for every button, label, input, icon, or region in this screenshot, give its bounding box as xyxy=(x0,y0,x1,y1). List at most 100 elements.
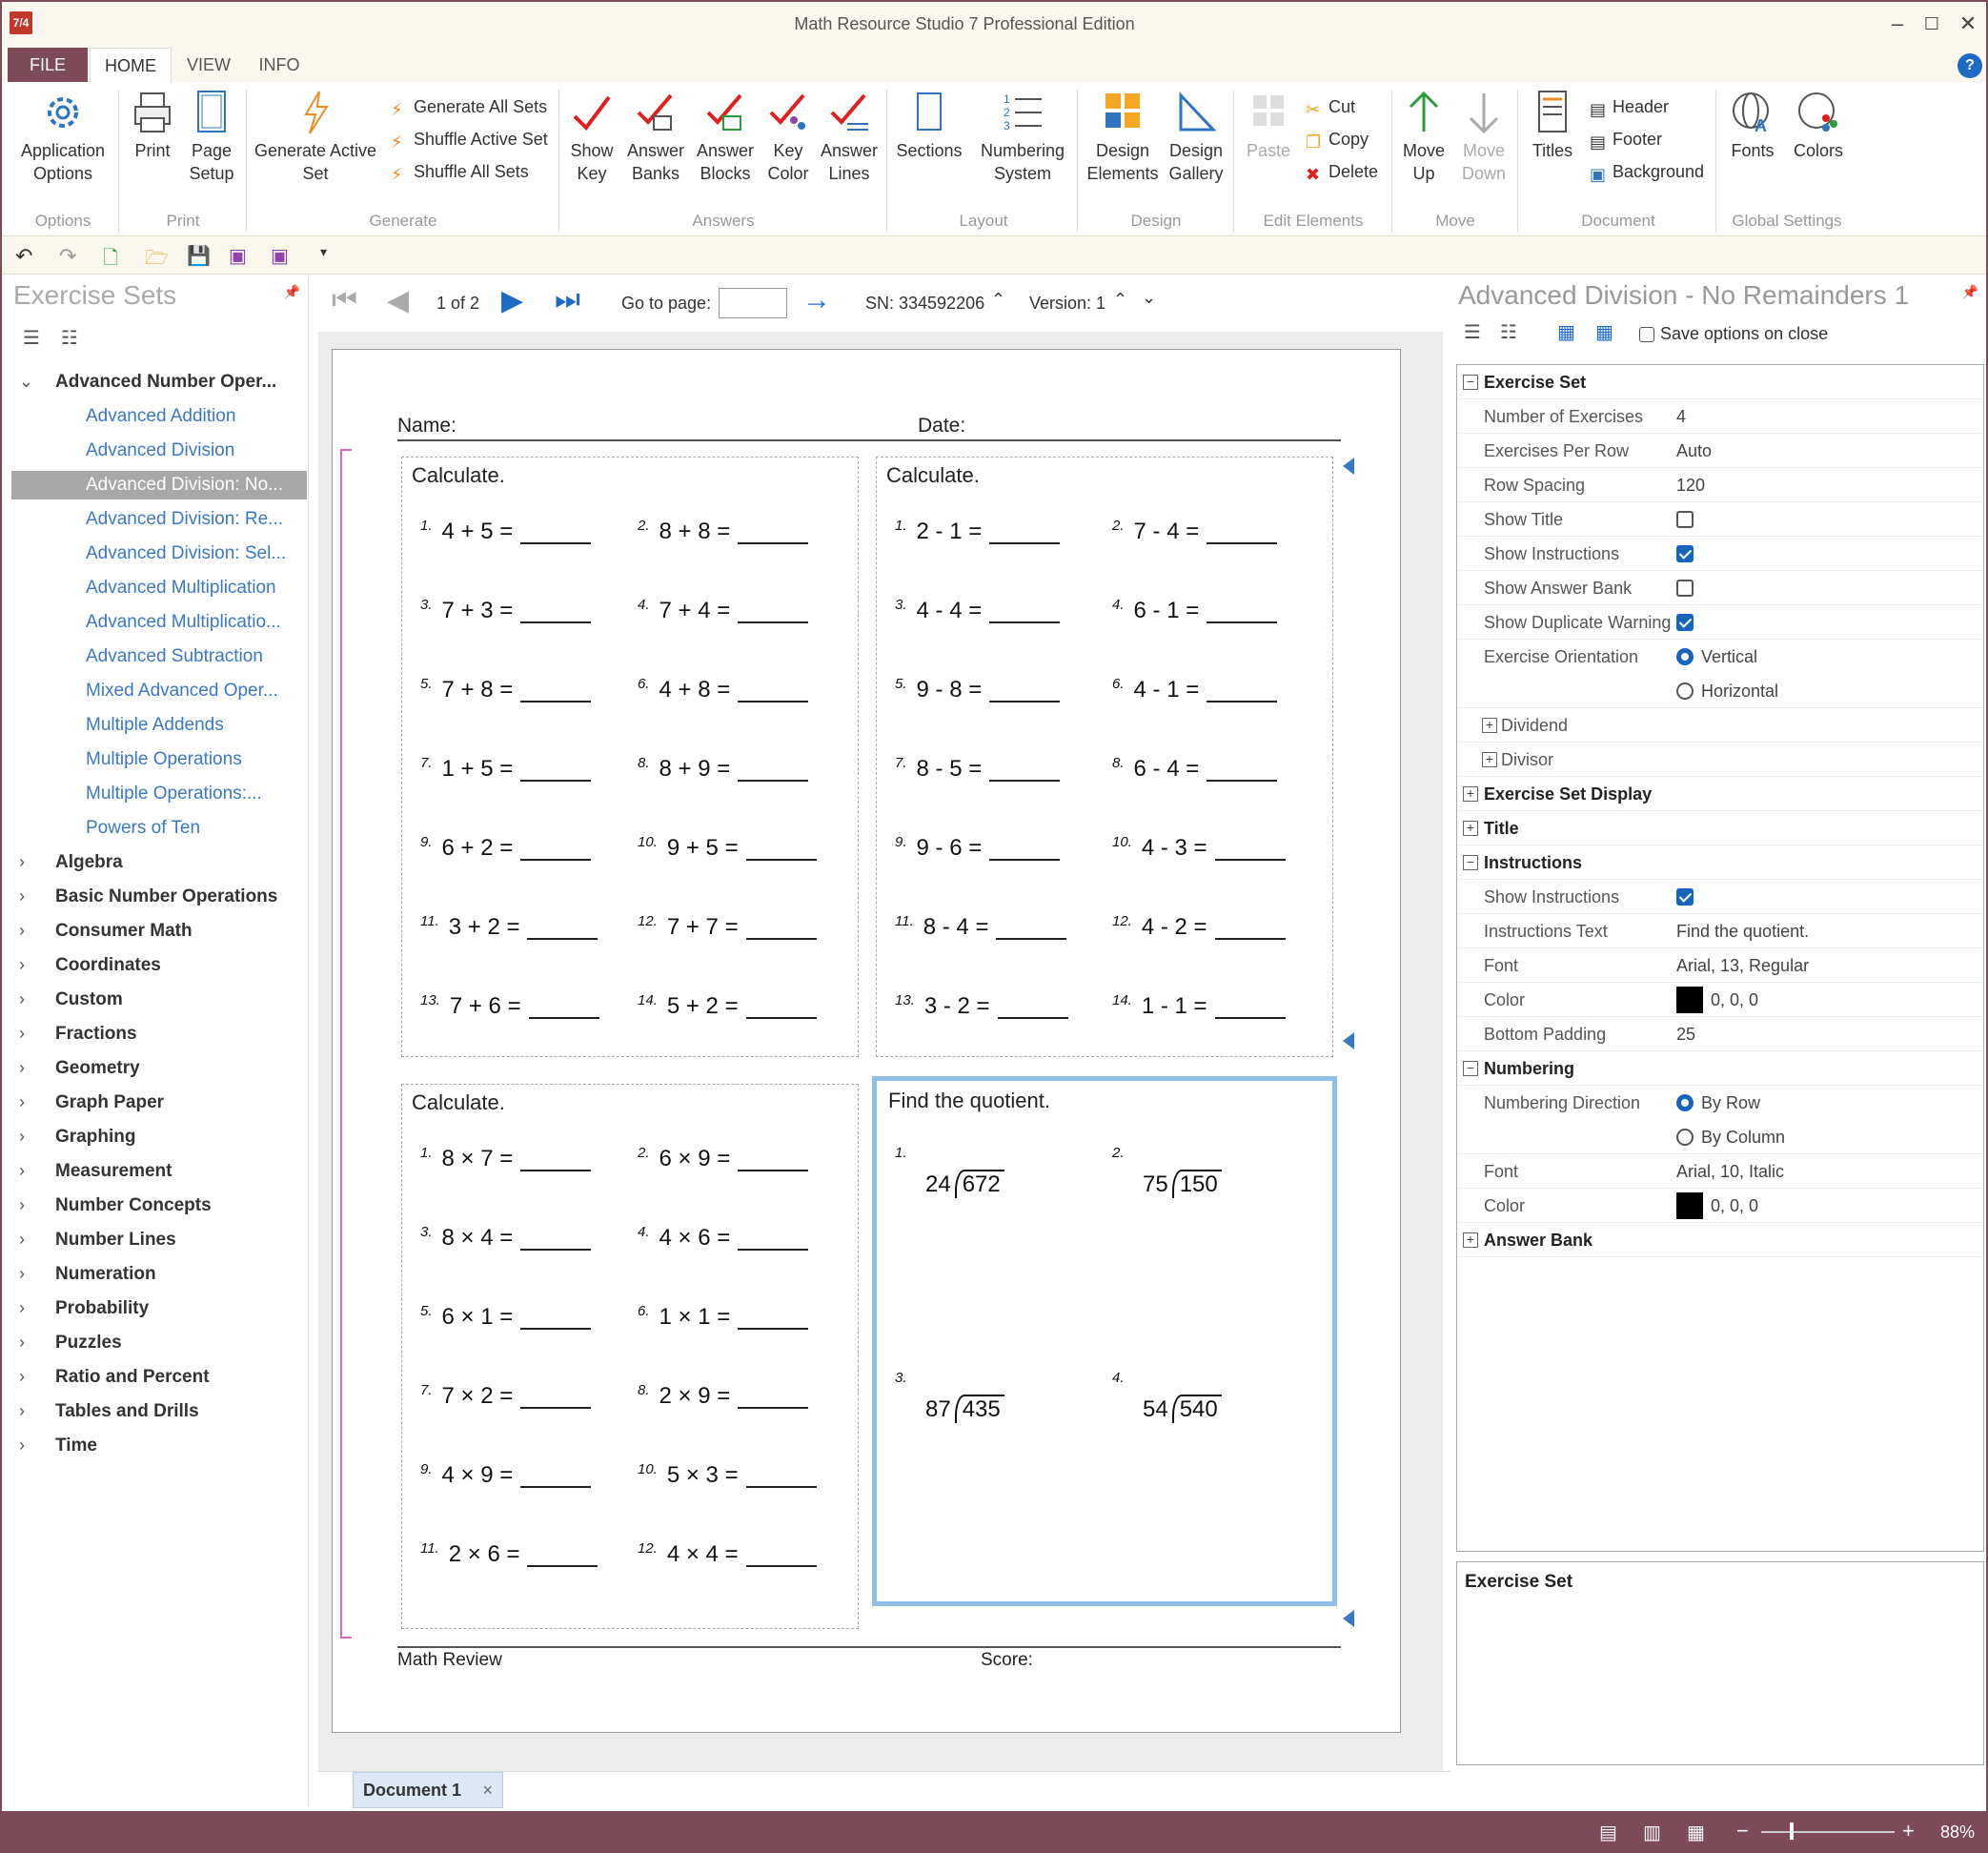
tree-item[interactable]: Advanced Multiplicatio... xyxy=(86,608,281,637)
version-down-icon[interactable]: ⌄ xyxy=(1142,288,1156,308)
prop-numbering-by-column[interactable]: By Column xyxy=(1457,1120,1983,1154)
tab-view[interactable]: VIEW xyxy=(179,48,238,82)
application-options-button[interactable]: Application Options xyxy=(15,88,111,185)
customize-toolbar-icon[interactable]: ▾ xyxy=(320,244,343,267)
radio-by-column[interactable]: By Column xyxy=(1676,1120,1785,1154)
show-title-checkbox[interactable] xyxy=(1676,511,1694,528)
import-settings-icon[interactable]: ▦ xyxy=(1595,320,1613,344)
prop-instr-color[interactable]: Color 0, 0, 0 xyxy=(1457,983,1983,1017)
normal-view-icon[interactable]: ▤ xyxy=(1599,1821,1617,1844)
tree-category[interactable]: Graph Paper xyxy=(55,1089,164,1117)
key-color-button[interactable]: Key Color xyxy=(762,88,814,185)
zoom-slider-thumb[interactable] xyxy=(1790,1822,1794,1840)
prop-number-of-exercises[interactable]: Number of Exercises 4 xyxy=(1457,399,1983,434)
tree-category[interactable]: Number Concepts xyxy=(55,1191,212,1220)
chevron-right-icon[interactable]: › xyxy=(19,1230,25,1250)
go-arrow-icon[interactable]: → xyxy=(802,284,831,316)
answer-banks-button[interactable]: Answer Banks xyxy=(623,88,688,185)
tree-item[interactable]: Mixed Advanced Oper... xyxy=(86,677,278,705)
help-icon[interactable]: ? xyxy=(1958,53,1982,78)
prop-row-spacing[interactable]: Row Spacing 120 xyxy=(1457,468,1983,502)
set-marker-icon[interactable] xyxy=(1343,1032,1354,1049)
chevron-right-icon[interactable]: › xyxy=(19,1298,25,1318)
paste-button[interactable]: Paste xyxy=(1237,88,1300,162)
collapse-all-icon[interactable]: ☰ xyxy=(23,326,40,350)
generate-all-sets-button[interactable]: ⚡ Generate All Sets xyxy=(391,95,547,119)
close-icon[interactable]: ✕ xyxy=(1952,10,1984,38)
chevron-right-icon[interactable]: › xyxy=(19,1436,25,1456)
version-up-icon[interactable]: ⌃ xyxy=(1113,290,1127,310)
chevron-right-icon[interactable]: › xyxy=(19,1367,25,1387)
chevron-right-icon[interactable]: › xyxy=(19,1092,25,1112)
save-all-icon[interactable]: ▣ xyxy=(271,244,294,267)
pin-icon[interactable]: 📌 xyxy=(1962,284,1978,300)
copy-button[interactable]: ❐ Copy xyxy=(1306,128,1369,152)
chevron-right-icon[interactable]: › xyxy=(19,955,25,975)
chevron-right-icon[interactable]: › xyxy=(19,1401,25,1421)
duplicate-warning-checkbox[interactable] xyxy=(1676,614,1694,631)
colors-button[interactable]: Colors xyxy=(1788,88,1849,162)
show-instructions-checkbox[interactable] xyxy=(1676,545,1694,562)
save-as-icon[interactable]: ▣ xyxy=(229,244,252,267)
new-document-icon[interactable]: 🗋 xyxy=(103,244,126,269)
chevron-right-icon[interactable]: › xyxy=(19,852,25,872)
chevron-right-icon[interactable]: › xyxy=(19,1058,25,1078)
design-gallery-button[interactable]: Design Gallery xyxy=(1165,88,1227,185)
prop-show-answer-bank[interactable]: Show Answer Bank xyxy=(1457,571,1983,605)
exercise-set-box-4-selected[interactable]: Find the quotient. xyxy=(872,1076,1337,1606)
collapse-all-icon[interactable]: ☰ xyxy=(1464,320,1481,344)
sn-up-icon[interactable]: ⌃ xyxy=(991,290,1005,310)
pin-icon[interactable]: 📌 xyxy=(284,284,300,300)
set-marker-icon[interactable] xyxy=(1343,458,1354,475)
page-setup-button[interactable]: Page Setup xyxy=(183,88,240,185)
answer-blocks-button[interactable]: Answer Blocks xyxy=(692,88,759,185)
page-view-icon[interactable]: ▥ xyxy=(1643,1821,1661,1844)
sub-divisor[interactable]: + Divisor xyxy=(1457,743,1983,777)
section-exercise-set-display[interactable]: + Exercise Set Display xyxy=(1457,777,1983,811)
tree-category[interactable]: Tables and Drills xyxy=(55,1397,199,1426)
tree-category[interactable]: Basic Number Operations xyxy=(55,883,277,911)
chevron-right-icon[interactable]: › xyxy=(19,921,25,941)
tree-category[interactable]: Probability xyxy=(55,1294,149,1323)
prop-orientation-horizontal[interactable]: Horizontal xyxy=(1457,674,1983,708)
chevron-right-icon[interactable]: › xyxy=(19,989,25,1009)
go-to-page-input[interactable] xyxy=(719,288,787,318)
tree-category[interactable]: Numeration xyxy=(55,1260,156,1289)
tree-item[interactable]: Advanced Division: Re... xyxy=(86,505,283,534)
background-button[interactable]: ▣ Background xyxy=(1590,160,1704,184)
chevron-right-icon[interactable]: › xyxy=(19,1264,25,1284)
chevron-right-icon[interactable]: › xyxy=(19,1024,25,1044)
tree-category[interactable]: Puzzles xyxy=(55,1329,122,1357)
tree-item[interactable]: Advanced Subtraction xyxy=(86,642,263,671)
tree-category[interactable]: Algebra xyxy=(55,848,123,877)
tree-item[interactable]: Multiple Addends xyxy=(86,711,224,740)
prop-numbering-font[interactable]: Font Arial, 10, Italic xyxy=(1457,1154,1983,1189)
tree-category[interactable]: Time xyxy=(55,1432,97,1460)
tree-item[interactable]: Multiple Operations:... xyxy=(86,780,262,808)
previous-page-icon[interactable]: ◀ xyxy=(387,284,409,317)
design-elements-button[interactable]: Design Elements xyxy=(1083,88,1163,185)
section-answer-bank[interactable]: + Answer Bank xyxy=(1457,1223,1983,1257)
save-icon[interactable]: 💾 xyxy=(187,244,211,267)
show-key-button[interactable]: Show Key xyxy=(564,88,619,185)
move-up-button[interactable]: Move Up xyxy=(1395,88,1452,185)
prop-exercise-orientation[interactable]: Exercise Orientation Vertical xyxy=(1457,640,1983,674)
prop-instr-show[interactable]: Show Instructions xyxy=(1457,880,1983,914)
zoom-slider[interactable] xyxy=(1761,1831,1895,1833)
tab-document-1[interactable]: Document 1 × xyxy=(353,1772,503,1808)
zoom-in-icon[interactable]: + xyxy=(1902,1819,1915,1843)
prop-bottom-padding[interactable]: Bottom Padding 25 xyxy=(1457,1017,1983,1051)
numbering-system-button[interactable]: 123 Numbering System xyxy=(970,88,1075,185)
prop-show-title[interactable]: Show Title xyxy=(1457,502,1983,537)
footer-button[interactable]: ▤ Footer xyxy=(1590,128,1662,152)
answer-lines-button[interactable]: Answer Lines xyxy=(818,88,881,185)
open-folder-icon[interactable]: 🗁 xyxy=(145,244,169,269)
tab-home[interactable]: HOME xyxy=(90,48,172,82)
print-button[interactable]: Print xyxy=(124,88,181,162)
section-exercise-set[interactable]: − Exercise Set xyxy=(1457,365,1983,399)
tree-category[interactable]: Number Lines xyxy=(55,1226,176,1254)
generate-active-set-button[interactable]: Generate Active Set xyxy=(252,88,379,185)
expand-all-icon[interactable]: ☷ xyxy=(1500,320,1517,344)
tree-item[interactable]: Advanced Multiplication xyxy=(86,574,276,602)
prop-instructions-text[interactable]: Instructions Text Find the quotient. xyxy=(1457,914,1983,948)
